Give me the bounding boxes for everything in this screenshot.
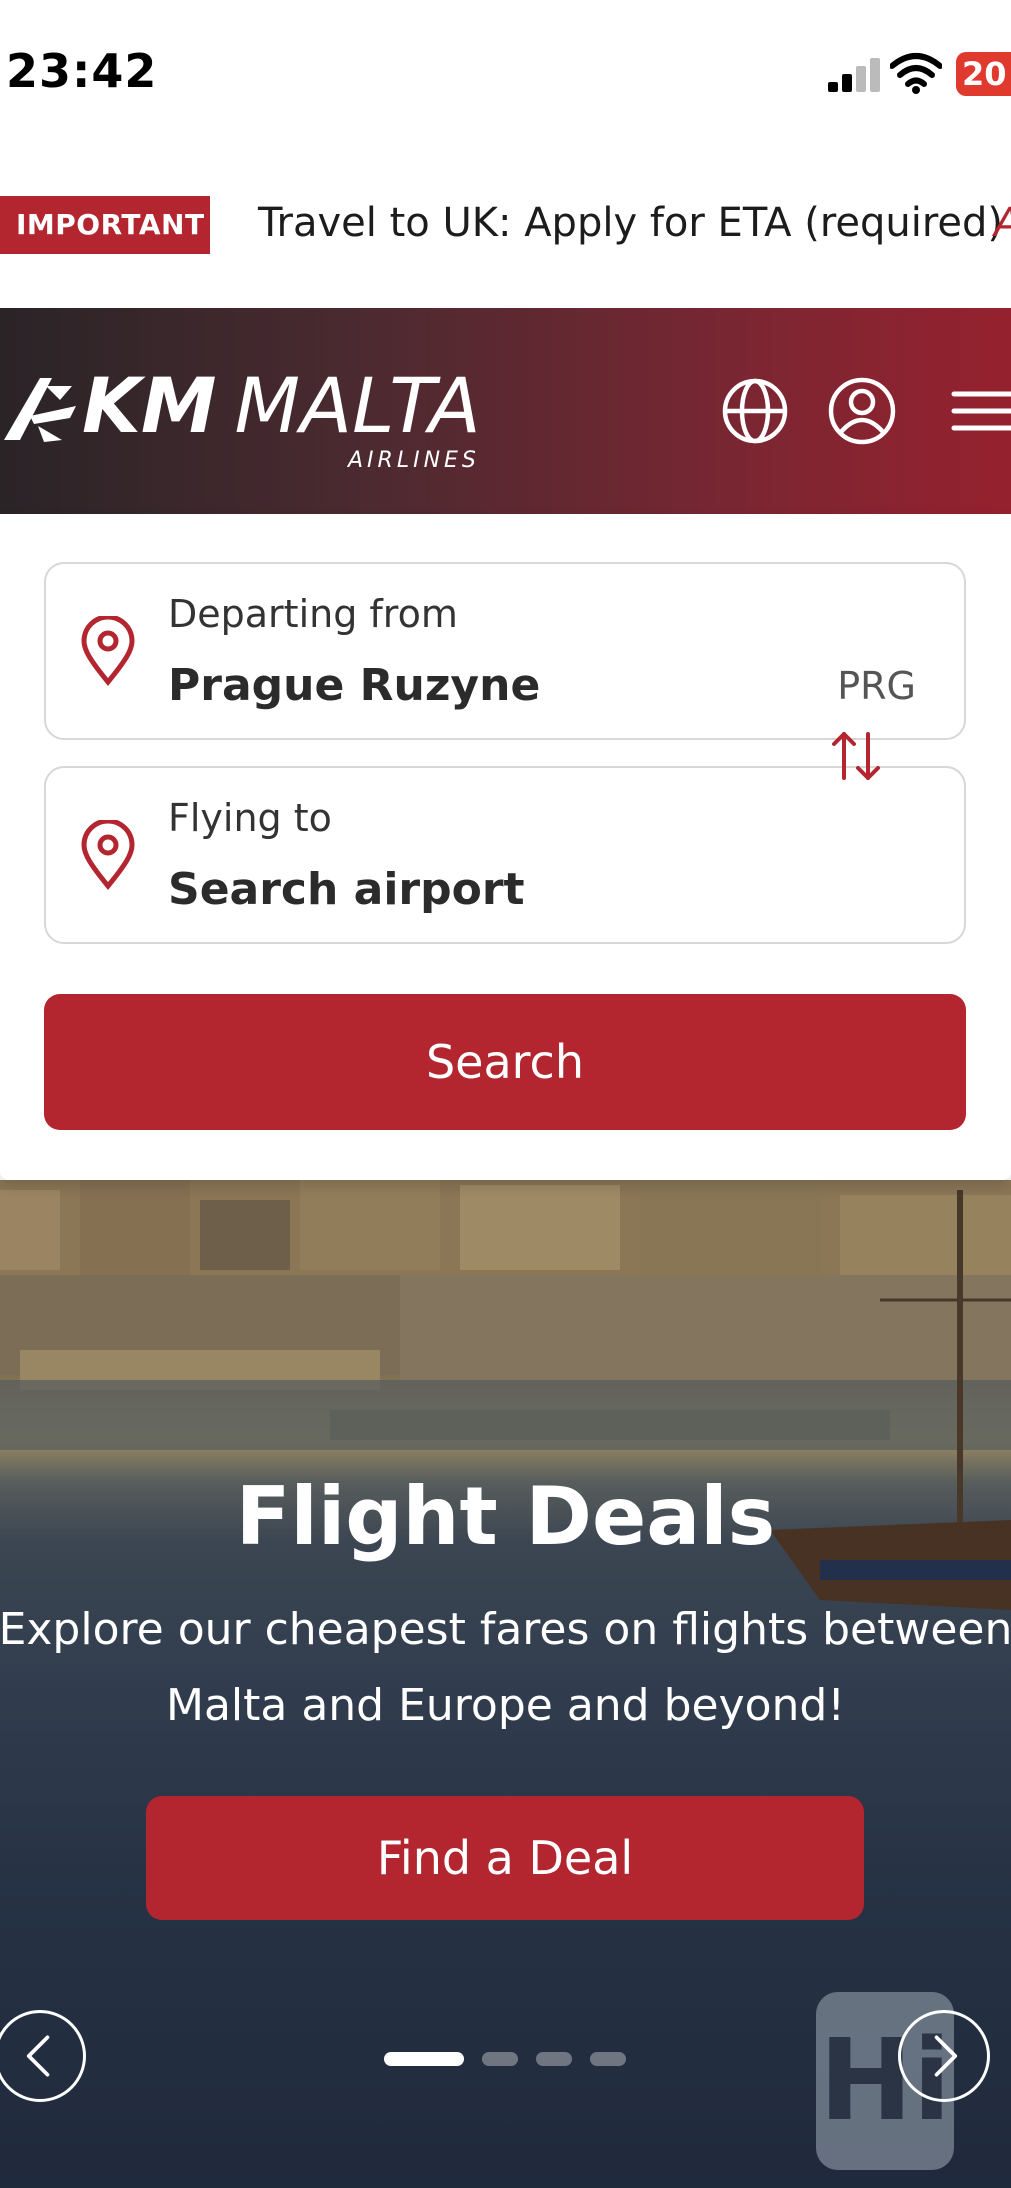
flight-search-card: Departing from Prague Ruzyne PRG Flying … [0, 514, 1011, 1180]
site-header: KM MALTA AIRLINES [0, 308, 1011, 514]
carousel-dot[interactable] [482, 2052, 518, 2066]
notice-next-text: A [994, 200, 1011, 246]
flying-to-label: Flying to [168, 796, 332, 840]
wifi-icon [890, 53, 942, 94]
globe-icon[interactable] [720, 376, 790, 446]
carousel-dots [384, 2052, 644, 2068]
important-badge: IMPORTANT [0, 196, 210, 254]
flying-to-field[interactable]: Flying to Search airport [44, 766, 966, 944]
brand-subtitle: AIRLINES [348, 448, 480, 473]
carousel-dot[interactable] [536, 2052, 572, 2066]
signal-icon [828, 58, 882, 92]
departing-from-label: Departing from [168, 592, 458, 636]
account-icon[interactable] [827, 376, 897, 446]
battery-indicator: 20 [956, 52, 1011, 96]
location-pin-icon [81, 616, 135, 686]
location-pin-icon [81, 820, 135, 890]
status-bar: 23:42 20 [0, 0, 1011, 140]
departing-from-field[interactable]: Departing from Prague Ruzyne PRG [44, 562, 966, 740]
carousel-dot[interactable] [384, 2052, 464, 2066]
departing-from-value: Prague Ruzyne [168, 660, 541, 711]
find-a-deal-button[interactable]: Find a Deal [146, 1796, 864, 1920]
swap-airports-icon[interactable] [828, 728, 884, 784]
maltese-cross-logo-icon [4, 378, 76, 442]
status-time: 23:42 [6, 44, 158, 98]
menu-icon[interactable] [950, 376, 1011, 446]
notice-ticker[interactable]: IMPORTANT Travel to UK: Apply for ETA (r… [0, 196, 1011, 256]
hero-description: Explore our cheapest fares on flights be… [0, 1604, 1011, 1731]
search-button[interactable]: Search [44, 994, 966, 1130]
hero-banner: Flight Deals Explore our cheapest fares … [0, 1180, 1011, 2188]
km-malta-logo[interactable]: KM MALTA AIRLINES [0, 358, 481, 478]
brand-name: KM MALTA [82, 361, 481, 450]
hero-title: Flight Deals [235, 1470, 776, 1563]
departing-airport-code: PRG [837, 664, 916, 708]
carousel-dot[interactable] [590, 2052, 626, 2066]
carousel-next-button[interactable] [898, 2010, 990, 2102]
notice-text[interactable]: Travel to UK: Apply for ETA (required) [258, 200, 1003, 246]
flying-to-value: Search airport [168, 864, 525, 915]
